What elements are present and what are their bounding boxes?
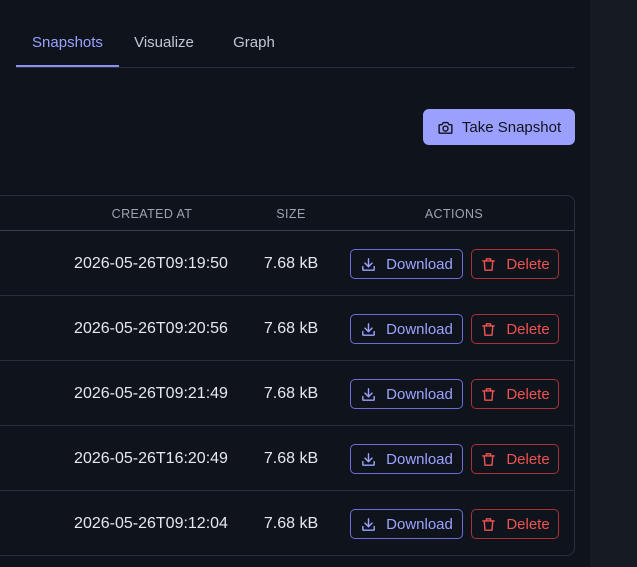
- delete-button[interactable]: Delete: [471, 379, 559, 409]
- table-row: 2026-05-26T09:12:04 7.68 kB Download Del…: [0, 491, 574, 555]
- size-cell: 7.68 kB: [263, 255, 319, 272]
- trash-icon: [480, 451, 497, 468]
- size-cell: 7.68 kB: [263, 450, 319, 467]
- trash-icon: [480, 386, 497, 403]
- delete-label: Delete: [506, 515, 550, 533]
- take-snapshot-button[interactable]: Take Snapshot: [423, 109, 575, 145]
- table-header: CREATED AT SIZE ACTIONS: [0, 196, 574, 231]
- download-icon: [360, 516, 377, 533]
- download-button[interactable]: Download: [350, 444, 463, 474]
- delete-button[interactable]: Delete: [471, 444, 559, 474]
- size-cell: 7.68 kB: [263, 320, 319, 337]
- download-label: Download: [386, 320, 453, 338]
- trash-icon: [480, 256, 497, 273]
- download-icon: [360, 256, 377, 273]
- download-label: Download: [386, 385, 453, 403]
- table-row: 2026-05-26T16:20:49 7.68 kB Download Del…: [0, 426, 574, 491]
- created-at-cell: 2026-05-26T09:19:50: [74, 255, 228, 272]
- download-label: Download: [386, 515, 453, 533]
- download-icon: [360, 451, 377, 468]
- take-snapshot-label: Take Snapshot: [461, 118, 562, 136]
- download-button[interactable]: Download: [350, 509, 463, 539]
- download-button[interactable]: Download: [350, 314, 463, 344]
- download-icon: [360, 321, 377, 338]
- delete-label: Delete: [506, 320, 550, 338]
- download-icon: [360, 386, 377, 403]
- table-row: 2026-05-26T09:20:56 7.68 kB Download Del…: [0, 296, 574, 361]
- created-at-cell: 2026-05-26T09:20:56: [74, 320, 228, 337]
- side-panel-edge: [590, 0, 637, 567]
- delete-label: Delete: [506, 255, 550, 273]
- delete-button[interactable]: Delete: [471, 249, 559, 279]
- trash-icon: [480, 516, 497, 533]
- download-button[interactable]: Download: [350, 249, 463, 279]
- tab-graph[interactable]: Graph: [216, 0, 292, 66]
- tab-snapshots[interactable]: Snapshots: [16, 0, 119, 67]
- delete-button[interactable]: Delete: [471, 314, 559, 344]
- snapshots-table: CREATED AT SIZE ACTIONS 2026-05-26T09:19…: [0, 195, 575, 556]
- download-button[interactable]: Download: [350, 379, 463, 409]
- created-at-cell: 2026-05-26T09:12:04: [74, 515, 228, 532]
- trash-icon: [480, 321, 497, 338]
- column-header-created-at: CREATED AT: [111, 207, 193, 221]
- column-header-actions: ACTIONS: [424, 207, 484, 221]
- delete-label: Delete: [506, 385, 550, 403]
- table-row: 2026-05-26T09:21:49 7.68 kB Download Del…: [0, 361, 574, 426]
- camera-icon: [437, 119, 454, 136]
- tab-visualize[interactable]: Visualize: [119, 0, 209, 66]
- download-label: Download: [386, 450, 453, 468]
- column-header-size: SIZE: [276, 207, 306, 221]
- tab-bar: Snapshots Visualize Graph: [16, 0, 575, 68]
- table-row: 2026-05-26T09:19:50 7.68 kB Download Del…: [0, 231, 574, 296]
- created-at-cell: 2026-05-26T09:21:49: [74, 385, 228, 402]
- size-cell: 7.68 kB: [263, 515, 319, 532]
- created-at-cell: 2026-05-26T16:20:49: [74, 450, 228, 467]
- delete-button[interactable]: Delete: [471, 509, 559, 539]
- download-label: Download: [386, 255, 453, 273]
- delete-label: Delete: [506, 450, 550, 468]
- size-cell: 7.68 kB: [263, 385, 319, 402]
